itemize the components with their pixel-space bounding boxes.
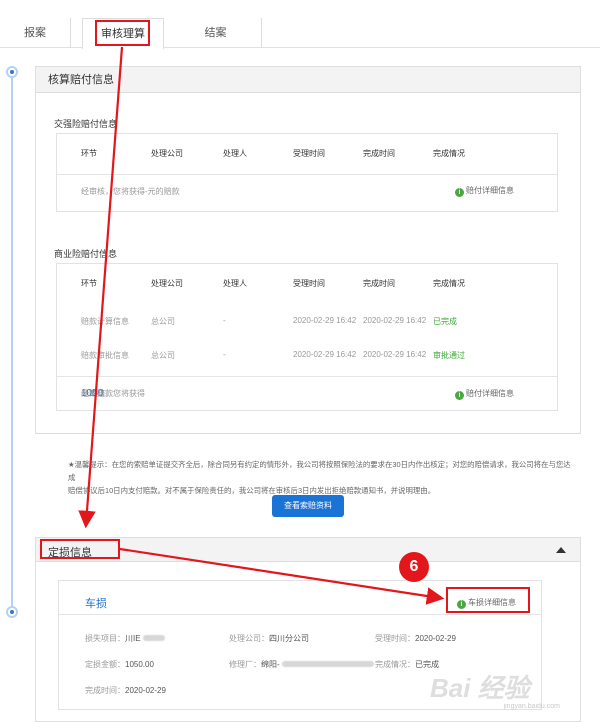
cell-status: 审批通过: [433, 351, 465, 360]
col-step: 环节: [81, 279, 97, 288]
cell-finish: 2020-02-29 16:42: [363, 350, 427, 359]
highlight-tab-review: [95, 20, 150, 46]
cell-accept: 2020-02-29 16:42: [293, 350, 357, 359]
info-icon: i: [455, 391, 464, 400]
table-row: 赔款审批信息 总公司 - 2020-02-29 16:42 2020-02-29…: [57, 350, 557, 366]
tab-bar: 报案 审核理算 结案: [0, 0, 600, 49]
view-claim-documents-button[interactable]: 查看索赔资料: [272, 495, 344, 517]
col-status: 完成情况: [433, 279, 465, 288]
field-key: 定损金额：: [85, 660, 125, 669]
field-value: 2020-02-29: [415, 634, 456, 643]
col-handler: 处理人: [223, 279, 247, 288]
table-header: 环节 处理公司 处理人 受理时间 完成时间 完成情况: [57, 148, 557, 164]
field-key: 受理时间：: [375, 634, 415, 643]
tab-divider: [70, 18, 71, 48]
timeline-line: [11, 70, 13, 615]
field-key: 完成情况：: [375, 660, 415, 669]
col-accept: 受理时间: [293, 149, 325, 158]
card-title: 车损: [85, 598, 107, 610]
row-divider: [57, 376, 557, 377]
summary-suffix: 元的赔款: [81, 389, 113, 398]
field-accept-time: 受理时间：2020-02-29: [375, 633, 456, 644]
col-company: 处理公司: [151, 279, 183, 288]
field-repair-shop: 修理厂：绵阳-: [229, 659, 374, 670]
summary-row: 经审核，您将获得 1050 元的赔款: [57, 388, 417, 404]
notice-text: ★温馨提示：在您的索赔单证提交齐全后，除合同另有约定的情形外，我公司将按照保险法…: [68, 458, 578, 497]
highlight-damage-title: [40, 539, 120, 559]
field-key: 损失项目：: [85, 634, 125, 643]
link-label: 赔付详细信息: [466, 389, 514, 398]
tab-report[interactable]: 报案: [0, 18, 70, 48]
link-label: 赔付详细信息: [466, 186, 514, 195]
redacted-mark: [281, 661, 374, 667]
field-key: 修理厂：: [229, 660, 261, 669]
field-key: 处理公司：: [229, 634, 269, 643]
payout-panel: 核算赔付信息 交强险赔付信息 环节 处理公司 处理人 受理时间 完成时间 完成情…: [35, 66, 581, 434]
field-value: 川IE: [125, 634, 141, 643]
cell-finish: 2020-02-29 16:42: [363, 316, 427, 325]
cell-company: 总公司: [151, 351, 175, 360]
field-value: 2020-02-29: [125, 686, 166, 695]
col-company: 处理公司: [151, 149, 183, 158]
timeline-dot: [6, 66, 18, 78]
cell-accept: 2020-02-29 16:42: [293, 316, 357, 325]
tab-close-case[interactable]: 结案: [170, 18, 262, 48]
cell-handler: -: [223, 316, 226, 325]
col-finish: 完成时间: [363, 279, 395, 288]
notice-line: ★温馨提示：在您的索赔单证提交齐全后，除合同另有约定的情形外，我公司将按照保险法…: [68, 460, 571, 482]
collapse-caret-icon[interactable]: [556, 547, 566, 553]
cell-step: 赔款审批信息: [81, 351, 129, 360]
field-company: 处理公司：四川分公司: [229, 633, 309, 644]
payout-detail-link[interactable]: i 赔付详细信息: [455, 388, 514, 400]
row-divider: [57, 174, 557, 175]
compulsory-table: 环节 处理公司 处理人 受理时间 完成时间 完成情况 经审核，您将获得-元的赔款…: [56, 133, 558, 212]
field-key: 完成时间：: [85, 686, 125, 695]
payout-detail-link[interactable]: i 赔付详细信息: [455, 185, 514, 197]
info-icon: i: [455, 188, 464, 197]
highlight-damage-link: [446, 587, 530, 613]
field-value: 四川分公司: [269, 634, 309, 643]
col-handler: 处理人: [223, 149, 247, 158]
col-accept: 受理时间: [293, 279, 325, 288]
compulsory-title: 交强险赔付信息: [54, 119, 118, 129]
field-loss-item: 损失项目：川IE: [85, 633, 165, 644]
field-finish-time: 完成时间：2020-02-29: [85, 685, 166, 696]
timeline-dot: [6, 606, 18, 618]
summary-text: 经审核，您将获得-元的赔款: [81, 187, 180, 196]
table-header: 环节 处理公司 处理人 受理时间 完成时间 完成情况: [57, 278, 557, 294]
field-value: 1050.00: [125, 660, 154, 669]
col-finish: 完成时间: [363, 149, 395, 158]
cell-step: 赔款计算信息: [81, 317, 129, 326]
panel-title: 核算赔付信息: [36, 67, 580, 93]
redacted-mark: [142, 635, 165, 641]
col-step: 环节: [81, 149, 97, 158]
cell-company: 总公司: [151, 317, 175, 326]
table-row: 赔款计算信息 总公司 - 2020-02-29 16:42 2020-02-29…: [57, 316, 557, 332]
watermark-logo: Bai 经验: [430, 673, 530, 703]
step-number-badge: 6: [399, 552, 429, 582]
field-value: 绵阳-: [261, 660, 280, 669]
watermark-url: jingyan.baidu.com: [503, 703, 560, 710]
col-status: 完成情况: [433, 149, 465, 158]
field-amount: 定损金额：1050.00: [85, 659, 154, 670]
commercial-title: 商业险赔付信息: [54, 249, 118, 259]
commercial-table: 环节 处理公司 处理人 受理时间 完成时间 完成情况 赔款计算信息 总公司 - …: [56, 263, 558, 411]
card-divider: [59, 614, 541, 615]
cell-status: 已完成: [433, 317, 457, 326]
cell-handler: -: [223, 350, 226, 359]
